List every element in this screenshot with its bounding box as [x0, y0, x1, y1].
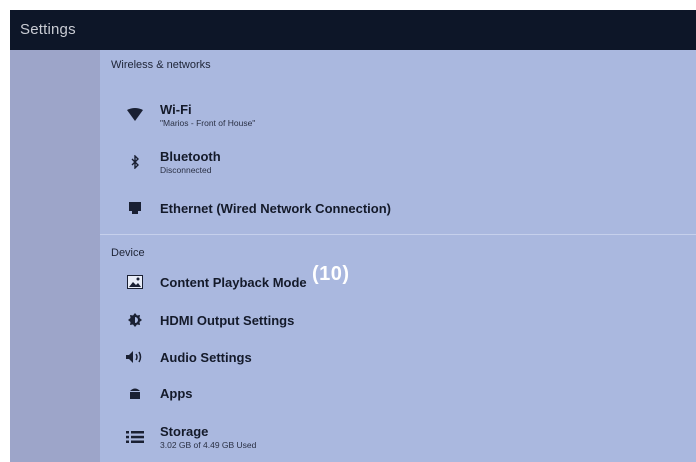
title-bar: Settings [10, 10, 696, 50]
section-header-wireless: Wireless & networks [111, 59, 211, 71]
wifi-icon [126, 106, 144, 124]
settings-item-wifi[interactable]: Wi-Fi "Marios - Front of House" [100, 97, 696, 133]
section-header-device: Device [111, 247, 145, 259]
speaker-icon [126, 348, 144, 366]
brightness-icon [126, 311, 144, 329]
settings-item-label: Wi-Fi [160, 102, 192, 117]
settings-item-label: Bluetooth [160, 149, 221, 164]
settings-item-label: Ethernet (Wired Network Connection) [160, 200, 392, 216]
settings-item-label: Content Playback Mode [160, 274, 307, 290]
settings-list: Wireless & networks Wi-Fi "Marios - Fron… [100, 50, 696, 462]
section-divider [100, 234, 696, 235]
image-icon [126, 273, 144, 291]
settings-window: Settings Wireless & networks Wi-Fi "Mari… [10, 10, 696, 462]
settings-item-sub: "Marios - Front of House" [160, 118, 256, 128]
settings-item-content-playback[interactable]: Content Playback Mode [100, 264, 696, 300]
settings-item-label: Apps [160, 385, 193, 401]
settings-item-storage[interactable]: Storage 3.02 GB of 4.49 GB Used [100, 419, 696, 455]
ethernet-icon [126, 199, 144, 217]
settings-item-label: Storage [160, 424, 209, 439]
settings-item-label: Audio Settings [160, 349, 252, 365]
storage-list-icon [126, 428, 144, 446]
settings-item-hdmi-output[interactable]: HDMI Output Settings [100, 302, 696, 338]
bluetooth-icon [126, 153, 144, 171]
settings-item-sub: Disconnected [160, 165, 212, 175]
settings-item-apps[interactable]: Apps [100, 375, 696, 411]
left-pane [10, 50, 100, 462]
step-annotation: (10) [312, 263, 350, 285]
android-icon [126, 384, 144, 402]
settings-item-label: HDMI Output Settings [160, 312, 295, 328]
settings-item-bluetooth[interactable]: Bluetooth Disconnected [100, 144, 696, 180]
settings-item-sub: 3.02 GB of 4.49 GB Used [160, 440, 257, 450]
settings-item-ethernet[interactable]: Ethernet (Wired Network Connection) [100, 190, 696, 226]
settings-item-audio[interactable]: Audio Settings [100, 339, 696, 375]
app-title: Settings [20, 21, 76, 38]
